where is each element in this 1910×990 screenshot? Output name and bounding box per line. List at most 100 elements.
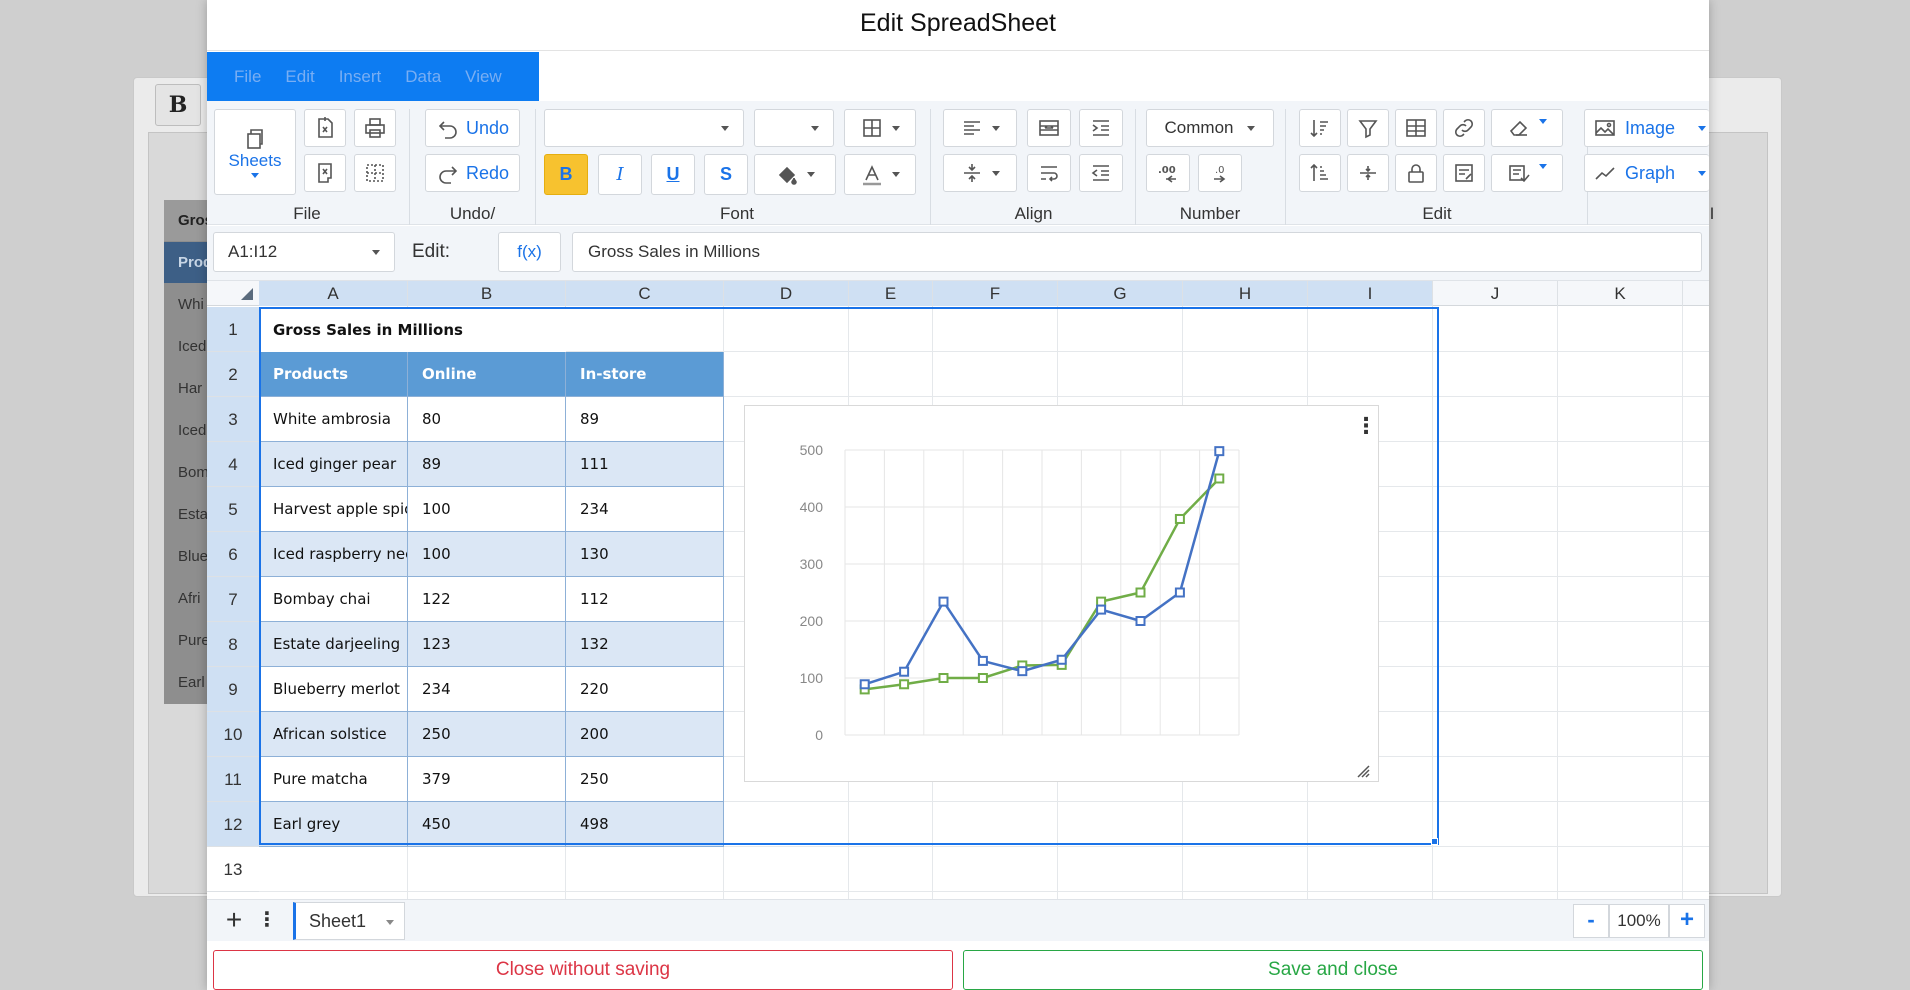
row-header[interactable]: 4 bbox=[207, 442, 259, 487]
chart-menu-icon[interactable]: ⋮ bbox=[1355, 414, 1377, 440]
row-header[interactable]: 11 bbox=[207, 757, 259, 802]
menu-edit[interactable]: Edit bbox=[273, 52, 326, 101]
row-header[interactable]: 7 bbox=[207, 577, 259, 622]
notes-button[interactable] bbox=[1443, 154, 1485, 192]
column-header[interactable]: K bbox=[1558, 281, 1683, 306]
sort-button[interactable] bbox=[1299, 109, 1341, 147]
spreadsheet-grid[interactable]: ABCDEFGHIJK 1 2 3 4 5 6 7 8 9 10 11 12 13 Gross Sales… bbox=[207, 281, 1709, 899]
sheet-menu-button[interactable]: ⋮ bbox=[257, 905, 277, 937]
menu-data[interactable]: Data bbox=[393, 52, 453, 101]
row-header[interactable]: 12 bbox=[207, 802, 259, 847]
menu-file[interactable]: File bbox=[222, 52, 273, 101]
column-header[interactable]: G bbox=[1058, 281, 1183, 306]
outdent-icon bbox=[1091, 165, 1109, 181]
add-sheet-button[interactable]: + bbox=[219, 905, 249, 937]
row-header[interactable]: 6 bbox=[207, 532, 259, 577]
name-box[interactable]: A1:I12 bbox=[213, 232, 395, 272]
increase-decimal-button[interactable]: .0 bbox=[1198, 154, 1242, 192]
background-bold-button[interactable]: B bbox=[155, 84, 201, 126]
formula-input[interactable]: Gross Sales in Millions bbox=[572, 232, 1702, 272]
line-chart[interactable]: 0 100 200 300 400 500 ⋮ bbox=[744, 405, 1379, 782]
gridlines-button[interactable] bbox=[354, 154, 396, 192]
filter-button[interactable] bbox=[1347, 109, 1389, 147]
row-header[interactable]: 3 bbox=[207, 397, 259, 442]
freeze-button[interactable] bbox=[1347, 154, 1389, 192]
column-header[interactable]: J bbox=[1433, 281, 1558, 306]
edit-label: Edit: bbox=[412, 241, 451, 262]
filter-icon bbox=[1358, 120, 1378, 139]
underline-button[interactable]: U bbox=[651, 154, 695, 195]
y-tick-label: 400 bbox=[800, 499, 824, 515]
column-header[interactable]: D bbox=[724, 281, 849, 306]
conditional-format-button[interactable] bbox=[1395, 109, 1437, 147]
sheet-tab[interactable]: Sheet1 bbox=[293, 902, 405, 940]
sheets-button[interactable]: Sheets bbox=[214, 109, 296, 195]
column-header[interactable]: I bbox=[1308, 281, 1433, 306]
resize-handle-icon[interactable] bbox=[1355, 763, 1371, 779]
data-point bbox=[1056, 654, 1067, 665]
row-header[interactable]: 1 bbox=[207, 307, 259, 352]
indent-icon bbox=[1092, 120, 1109, 136]
notes-icon bbox=[1455, 164, 1473, 182]
row-header[interactable]: 13 bbox=[207, 847, 259, 892]
validation-button[interactable] bbox=[1491, 154, 1563, 192]
decrease-decimal-button[interactable]: .00 bbox=[1146, 154, 1190, 192]
zoom-in-button[interactable]: + bbox=[1669, 904, 1705, 938]
outdent-button[interactable] bbox=[1079, 154, 1123, 192]
vertical-align-button[interactable] bbox=[943, 154, 1017, 192]
gridline bbox=[259, 891, 1709, 892]
insert-graph-button[interactable]: Graph bbox=[1584, 154, 1709, 192]
column-header[interactable]: B bbox=[408, 281, 566, 306]
paint-bucket-icon bbox=[778, 166, 797, 185]
gridline bbox=[1557, 306, 1558, 899]
chevron-down-icon bbox=[1539, 163, 1547, 169]
horizontal-align-button[interactable] bbox=[943, 109, 1017, 147]
column-header[interactable]: H bbox=[1183, 281, 1308, 306]
italic-button[interactable]: I bbox=[598, 154, 642, 195]
separator bbox=[1135, 109, 1136, 225]
undo-button[interactable]: Undo bbox=[425, 109, 520, 147]
menu-insert[interactable]: Insert bbox=[327, 52, 394, 101]
save-and-close-button[interactable]: Save and close bbox=[963, 950, 1703, 990]
font-family-select[interactable] bbox=[544, 109, 744, 147]
data-point bbox=[1096, 604, 1107, 615]
row-header[interactable]: 8 bbox=[207, 622, 259, 667]
chevron-down-icon bbox=[811, 125, 819, 131]
merge-cells-button[interactable] bbox=[1027, 109, 1071, 147]
chevron-down-icon bbox=[372, 250, 380, 255]
row-header[interactable]: 10 bbox=[207, 712, 259, 757]
clear-button[interactable] bbox=[1491, 109, 1563, 147]
row-header[interactable]: 5 bbox=[207, 487, 259, 532]
print-button[interactable] bbox=[354, 109, 396, 147]
font-color-button[interactable] bbox=[844, 154, 916, 195]
lock-button[interactable] bbox=[1395, 154, 1437, 192]
zoom-out-button[interactable]: - bbox=[1573, 904, 1609, 938]
fill-handle[interactable] bbox=[1431, 838, 1438, 845]
separator bbox=[930, 109, 931, 225]
row-header[interactable]: 2 bbox=[207, 352, 259, 397]
column-header[interactable]: A bbox=[259, 281, 408, 306]
link-button[interactable] bbox=[1443, 109, 1485, 147]
wrap-text-button[interactable] bbox=[1027, 154, 1071, 192]
chevron-down-icon bbox=[892, 125, 900, 131]
export-button[interactable] bbox=[304, 154, 346, 192]
indent-button[interactable] bbox=[1079, 109, 1123, 147]
number-format-select[interactable]: Common bbox=[1146, 109, 1274, 147]
fill-color-button[interactable] bbox=[754, 154, 836, 195]
select-all-corner[interactable] bbox=[207, 281, 259, 306]
redo-button[interactable]: Redo bbox=[425, 154, 520, 192]
bold-button[interactable]: B bbox=[544, 154, 588, 195]
close-without-saving-button[interactable]: Close without saving bbox=[213, 950, 953, 990]
column-header[interactable]: F bbox=[933, 281, 1058, 306]
import-button[interactable] bbox=[304, 109, 346, 147]
insert-image-button[interactable]: Image bbox=[1584, 109, 1709, 147]
column-header[interactable]: E bbox=[849, 281, 933, 306]
sort-descending-button[interactable] bbox=[1299, 154, 1341, 192]
menu-view[interactable]: View bbox=[453, 52, 514, 101]
row-header[interactable]: 9 bbox=[207, 667, 259, 712]
font-size-select[interactable] bbox=[754, 109, 834, 147]
column-header[interactable]: C bbox=[566, 281, 724, 306]
borders-button[interactable] bbox=[844, 109, 916, 147]
strikethrough-button[interactable]: S bbox=[704, 154, 748, 195]
function-button[interactable]: f(x) bbox=[498, 232, 561, 272]
